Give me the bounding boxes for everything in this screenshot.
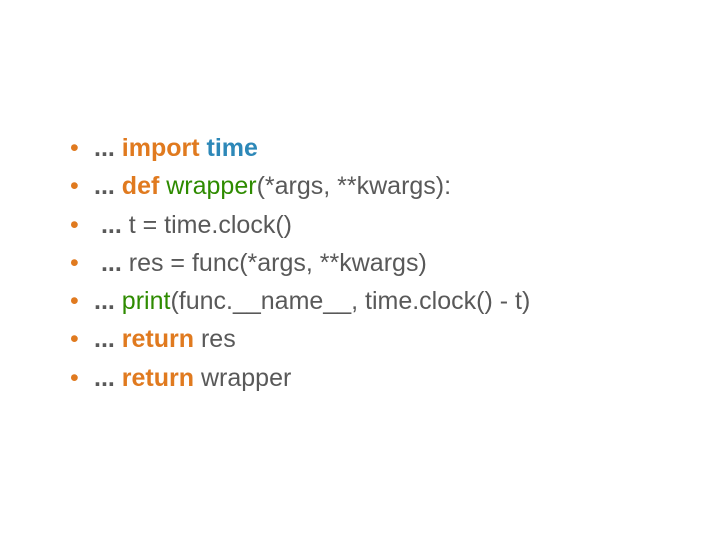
code-token: ... — [94, 287, 115, 315]
code-line: ... import time — [70, 130, 690, 166]
code-token: res — [201, 325, 236, 353]
code-token: wrapper — [166, 172, 256, 200]
code-token: (*args, **kwargs): — [257, 172, 452, 200]
code-token: res = func(*args, **kwargs) — [122, 249, 427, 277]
code-token: def — [122, 172, 166, 200]
code-token — [115, 364, 122, 392]
indent — [94, 211, 101, 239]
code-token: wrapper — [201, 364, 291, 392]
code-token: return — [122, 364, 201, 392]
code-token: (func.__name__, time.clock() - t) — [170, 287, 530, 315]
code-line: ... return wrapper — [70, 360, 690, 396]
code-line: ... def wrapper(*args, **kwargs): — [70, 168, 690, 204]
code-token — [115, 172, 122, 200]
code-line: ... return res — [70, 321, 690, 357]
code-token: ... — [94, 134, 115, 162]
code-line: ... t = time.clock() — [70, 207, 690, 243]
indent — [94, 249, 101, 277]
slide: ... import time... def wrapper(*args, **… — [0, 0, 720, 396]
code-list: ... import time... def wrapper(*args, **… — [70, 130, 690, 396]
code-token: ... — [94, 172, 115, 200]
code-token — [115, 325, 122, 353]
code-token: import — [122, 134, 207, 162]
code-token: print — [122, 287, 171, 315]
code-line: ... print(func.__name__, time.clock() - … — [70, 283, 690, 319]
code-token: return — [122, 325, 201, 353]
code-token: ... — [101, 211, 122, 239]
code-token: ... — [101, 249, 122, 277]
code-line: ... res = func(*args, **kwargs) — [70, 245, 690, 281]
code-token: time — [207, 134, 258, 162]
code-token: t = time.clock() — [122, 211, 292, 239]
code-token: ... — [94, 325, 115, 353]
code-token — [115, 134, 122, 162]
code-token — [115, 287, 122, 315]
code-token: ... — [94, 364, 115, 392]
